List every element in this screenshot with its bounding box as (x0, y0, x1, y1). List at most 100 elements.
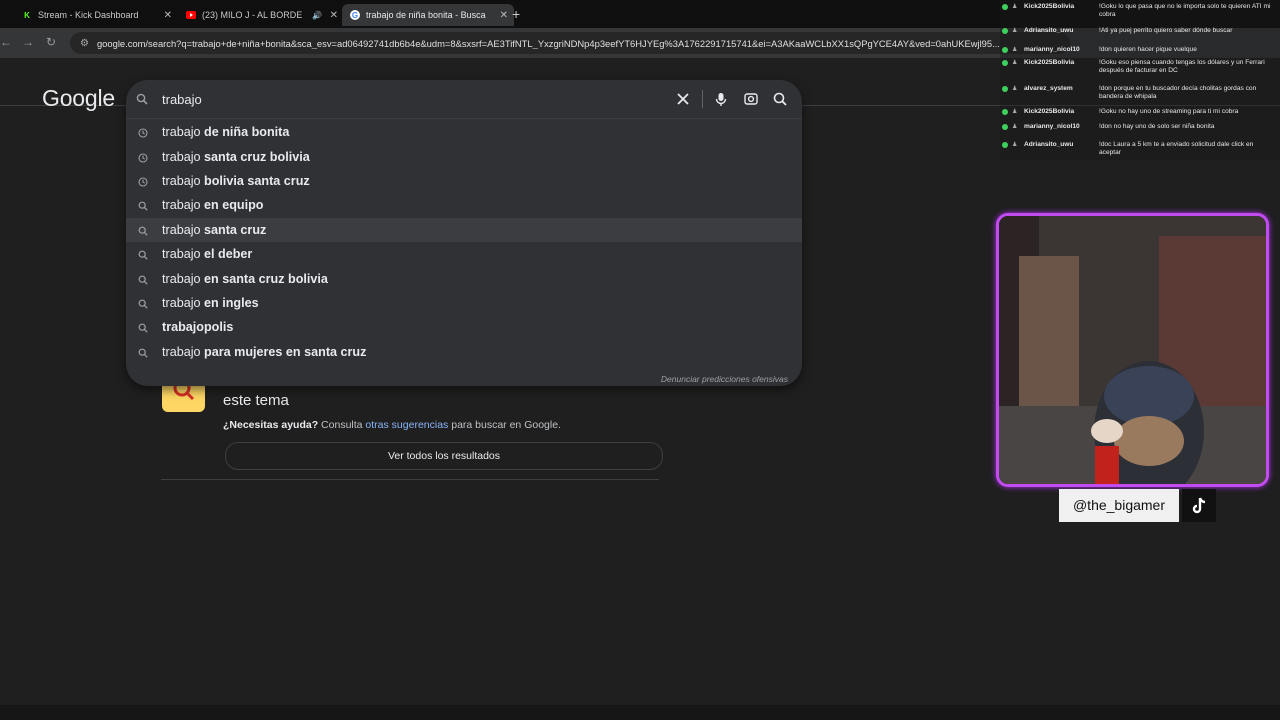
chat-username: Adriansito_uwu (1024, 27, 1074, 34)
other-suggestions-link[interactable]: otras sugerencias (365, 419, 448, 431)
suggestion-prefix: trabajo (162, 344, 205, 359)
search-icon (138, 347, 148, 358)
google-icon: G (350, 10, 360, 20)
results-divider (161, 479, 659, 480)
history-icon (138, 127, 148, 138)
suggestion-item[interactable]: trabajo de niña bonita (126, 120, 802, 144)
suggestion-completion: el deber (204, 247, 253, 262)
submit-search-icon[interactable] (771, 90, 789, 108)
chat-username: alvarez_system (1024, 85, 1073, 92)
suggestion-completion: en ingles (204, 295, 259, 310)
search-icon (138, 322, 148, 333)
suggestion-item[interactable]: trabajo santa cruz (126, 217, 802, 242)
suggestion-item[interactable]: trabajo en ingles (126, 291, 802, 315)
site-info-icon[interactable]: ⚙ (80, 38, 89, 49)
voice-search-icon[interactable] (712, 90, 730, 108)
suggestion-prefix: trabajo (162, 125, 205, 140)
chat-username: marianny_nicol10 (1024, 123, 1080, 130)
suggestion-list: trabajo de niña bonita trabajo santa cruz… (126, 120, 802, 364)
suggestion-prefix: trabajo (162, 247, 205, 262)
search-icon (138, 200, 148, 212)
suggestion-item[interactable]: trabajopolis (126, 315, 802, 339)
online-dot (1002, 109, 1008, 115)
address-bar[interactable]: ⚙ google.com/search?q=trabajo+de+niña+bo… (70, 32, 1070, 54)
tiktok-icon (1182, 489, 1216, 522)
image-search-icon[interactable] (742, 90, 760, 108)
back-icon[interactable]: ← (0, 35, 12, 49)
user-icon: ♟ (1012, 28, 1018, 34)
close-tab-icon[interactable]: ✕ (164, 10, 172, 21)
google-logo[interactable]: Google (42, 85, 115, 112)
online-dot (1002, 4, 1008, 10)
history-icon (138, 176, 148, 187)
search-box[interactable]: trabajo (126, 80, 802, 119)
suggestion-item[interactable]: trabajo santa cruz bolivia (126, 144, 802, 168)
all-results-button[interactable]: Ver todos los resultados (225, 442, 663, 470)
chat-username: Adriansito_uwu (1024, 141, 1074, 148)
suggestion-item[interactable]: trabajo para mujeres en santa cruz (126, 340, 802, 364)
tab-label: Stream - Kick Dashboard (38, 10, 139, 20)
search-icon (138, 274, 148, 285)
suggestion-completion: trabajopolis (162, 320, 234, 335)
stream-chat-overlay: ♟ Kick2025Bolivia !Goku lo que pasa que no… (1000, 0, 1280, 160)
search-icon (138, 298, 148, 309)
search-icon (138, 225, 148, 236)
separator (702, 90, 703, 108)
online-dot (1002, 142, 1008, 148)
tab-label: trabajo de niña bonita - Buscar (366, 10, 486, 20)
tiktok-handle: @the_bigamer (1059, 489, 1179, 522)
tip-title: este tema (223, 392, 289, 409)
user-icon: ♟ (1012, 109, 1018, 115)
kick-icon: K (24, 10, 30, 20)
new-tab-icon[interactable]: + (512, 6, 520, 22)
suggestion-prefix: trabajo (162, 149, 205, 164)
suggestion-item[interactable]: trabajo bolivia santa cruz (126, 169, 802, 193)
suggestion-prefix: trabajo (162, 295, 205, 310)
help-text: ¿Necesitas ayuda? Consulta otras sugeren… (223, 419, 561, 431)
help-label: ¿Necesitas ayuda? (223, 419, 319, 431)
user-icon: ♟ (1012, 124, 1018, 130)
suggestion-prefix: trabajo (162, 198, 205, 213)
close-tab-icon[interactable]: ✕ (500, 10, 508, 21)
suggestion-prefix: trabajo (162, 173, 205, 188)
chat-text: !Goku eso piensa cuando tengas los dólar… (1099, 59, 1265, 74)
chat-text: !Goku no hay uno de streaming para ti mi… (1099, 108, 1239, 115)
tab-label: (23) MILO J - AL BORDE (Vi (202, 10, 302, 20)
suggestion-item[interactable]: trabajo en equipo (126, 193, 802, 217)
bottom-bar (0, 705, 1280, 720)
audio-icon[interactable]: 🔊 (312, 11, 322, 20)
webcam-frame (996, 213, 1269, 487)
suggestion-completion: santa cruz bolivia (204, 149, 310, 164)
clear-icon[interactable] (674, 90, 692, 108)
user-icon: ♟ (1012, 4, 1018, 10)
online-dot (1002, 47, 1008, 53)
online-dot (1002, 86, 1008, 92)
search-input[interactable]: trabajo (162, 92, 202, 107)
search-icon (138, 249, 148, 260)
suggestion-completion: de niña bonita (204, 125, 290, 140)
chat-username: Kick2025Bolivia (1024, 108, 1075, 115)
online-dot (1002, 28, 1008, 34)
search-icon (136, 92, 148, 110)
user-icon: ♟ (1012, 60, 1018, 66)
tab-youtube[interactable]: (23) MILO J - AL BORDE (Vi 🔊 ✕ (178, 4, 344, 26)
tab-google-search[interactable]: G trabajo de niña bonita - Buscar ✕ (342, 4, 514, 26)
chat-text: !don porque en tu buscador decía cholita… (1099, 85, 1257, 100)
suggestion-item[interactable]: trabajo el deber (126, 242, 802, 266)
user-icon: ♟ (1012, 142, 1018, 148)
forward-icon[interactable]: → (22, 35, 34, 49)
history-icon (138, 152, 148, 163)
suggestion-completion: para mujeres en santa cruz (204, 344, 367, 359)
user-icon: ♟ (1012, 47, 1018, 53)
chat-text: !Ati ya puej perrito quiero saber dónde … (1099, 27, 1233, 34)
chat-username: marianny_nicol10 (1024, 46, 1080, 53)
suggestion-prefix: trabajo (162, 222, 205, 237)
address-url[interactable]: google.com/search?q=trabajo+de+niña+boni… (97, 38, 1057, 49)
suggestion-item[interactable]: trabajo en santa cruz bolivia (126, 266, 802, 290)
close-tab-icon[interactable]: ✕ (330, 10, 338, 21)
reload-icon[interactable]: ↻ (46, 35, 56, 49)
online-dot (1002, 124, 1008, 130)
tab-kick-dashboard[interactable]: K Stream - Kick Dashboard ✕ (14, 4, 178, 26)
report-predictions-link[interactable]: Denunciar predicciones ofensivas (661, 374, 788, 384)
chat-text: !don no hay uno de solo ser niña bonita (1099, 123, 1215, 130)
